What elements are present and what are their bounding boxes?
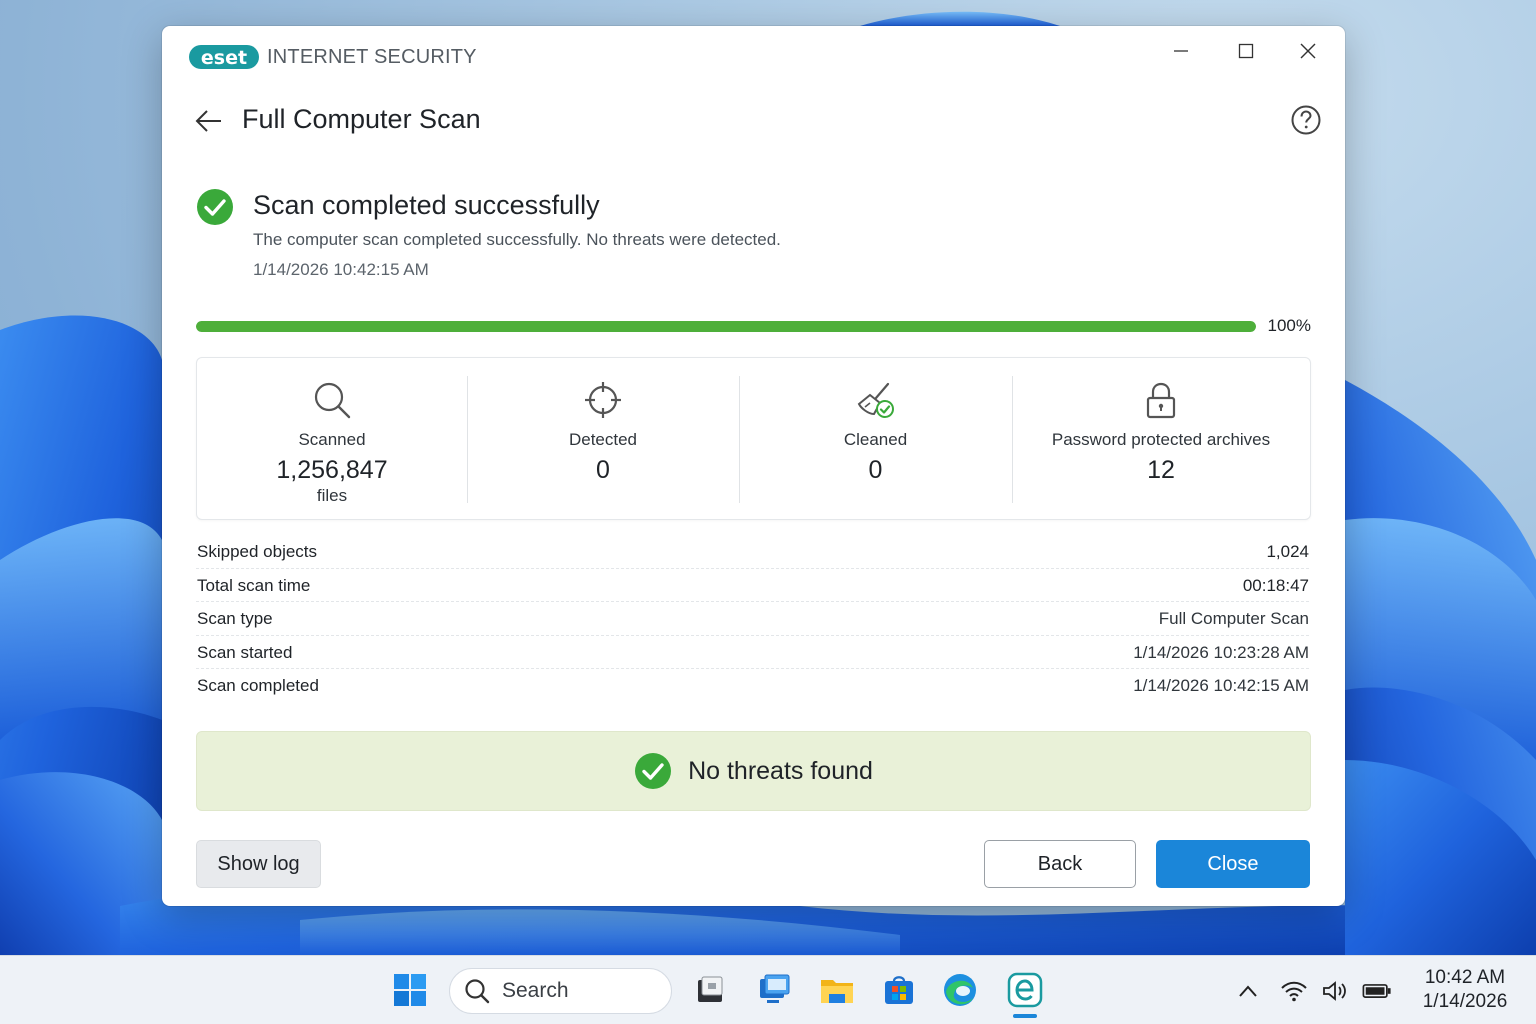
detail-value: 1/14/2026 10:23:28 AM xyxy=(1133,642,1309,662)
arrow-left-icon xyxy=(195,110,221,132)
chevron-up-icon xyxy=(1239,985,1257,997)
stat-label: Cleaned xyxy=(843,430,908,449)
stat-password-archives: Password protected archives 12 xyxy=(1012,358,1310,519)
detail-row: Total scan time 00:18:47 xyxy=(196,569,1309,602)
app-icon xyxy=(698,976,723,1002)
volume-icon xyxy=(1323,981,1346,1001)
eset-app-icon xyxy=(1007,972,1043,1008)
minimize-button[interactable] xyxy=(1159,36,1203,66)
microsoft-store-icon xyxy=(885,976,913,1004)
taskbar-clock[interactable]: 10:42 AM 1/14/2026 xyxy=(1410,966,1520,1014)
clock-time: 10:42 AM xyxy=(1424,967,1506,988)
scan-progress: 100% xyxy=(196,316,1311,343)
volume-button[interactable] xyxy=(1320,976,1350,1006)
stat-value: 0 xyxy=(596,456,610,484)
detail-row: Skipped objects 1,024 xyxy=(196,535,1309,569)
back-button[interactable]: Back xyxy=(984,840,1136,888)
maximize-icon xyxy=(1238,43,1254,59)
taskbar-search[interactable]: Search xyxy=(449,968,672,1014)
help-button[interactable] xyxy=(1290,104,1322,136)
scan-stats: Scanned 1,256,847 files Detected 0 Clean… xyxy=(196,357,1311,520)
lock-icon xyxy=(1146,382,1176,419)
scan-details: Skipped objects 1,024 Total scan time 00… xyxy=(196,535,1309,703)
taskbar-app-1[interactable] xyxy=(690,970,730,1010)
stat-detected: Detected 0 xyxy=(467,358,739,519)
maximize-button[interactable] xyxy=(1224,36,1268,66)
check-circle-icon xyxy=(635,753,672,789)
taskbar: Search 10:42 AM 1/14/2026 xyxy=(0,955,1536,1024)
minimize-icon xyxy=(1174,50,1188,52)
remote-desktop-icon xyxy=(760,974,790,1003)
progress-label: 100% xyxy=(1267,316,1311,335)
status-description: The computer scan completed successfully… xyxy=(253,230,781,249)
detail-row: Scan completed 1/14/2026 10:42:15 AM xyxy=(196,669,1309,703)
search-icon xyxy=(465,979,490,1004)
progress-track xyxy=(196,321,1256,332)
product-name: INTERNET SECURITY xyxy=(267,45,477,68)
start-icon xyxy=(394,974,426,1006)
page-header: Full Computer Scan xyxy=(192,102,1322,142)
check-circle-icon xyxy=(197,189,233,225)
close-button[interactable]: Close xyxy=(1156,840,1310,888)
clock-date: 1/14/2026 xyxy=(1422,991,1508,1012)
detail-row: Scan started 1/14/2026 10:23:28 AM xyxy=(196,636,1309,669)
scan-status: Scan completed successfully The computer… xyxy=(196,188,1096,298)
crosshair-icon xyxy=(585,382,621,418)
eset-logo: eset xyxy=(189,43,259,71)
app-brand: eset INTERNET SECURITY xyxy=(189,43,477,71)
help-icon xyxy=(1291,105,1321,135)
stat-label: Password protected archives xyxy=(1051,430,1271,449)
start-button[interactable] xyxy=(390,970,430,1010)
status-title: Scan completed successfully xyxy=(253,190,600,220)
close-icon xyxy=(1300,43,1316,59)
stat-cleaned: Cleaned 0 xyxy=(739,358,1012,519)
wifi-icon xyxy=(1281,981,1307,1002)
battery-button[interactable] xyxy=(1362,976,1392,1006)
active-app-indicator xyxy=(1013,1014,1037,1018)
stat-value: 1,256,847 xyxy=(276,456,388,484)
edge-icon xyxy=(944,974,976,1006)
file-explorer-icon xyxy=(821,980,853,1003)
detail-label: Scan completed xyxy=(197,676,319,695)
taskbar-eset[interactable] xyxy=(1005,970,1045,1010)
search-icon xyxy=(314,382,351,419)
detail-value: 1,024 xyxy=(1266,542,1309,561)
svg-text:eset: eset xyxy=(201,47,247,69)
detail-value: 1/14/2026 10:42:15 AM xyxy=(1133,676,1309,695)
stat-value: 0 xyxy=(868,456,883,484)
taskbar-app-remote[interactable] xyxy=(754,970,794,1010)
title-bar: eset INTERNET SECURITY xyxy=(162,26,1345,88)
stat-value: 12 xyxy=(1147,456,1175,484)
taskbar-file-explorer[interactable] xyxy=(817,970,857,1010)
detail-label: Skipped objects xyxy=(197,542,318,561)
result-banner: No threats found xyxy=(196,731,1311,811)
app-window: eset INTERNET SECURITY Full Computer Sca… xyxy=(162,26,1345,906)
detail-row: Scan type Full Computer Scan xyxy=(196,602,1309,636)
page-title: Full Computer Scan xyxy=(242,104,481,134)
network-button[interactable] xyxy=(1279,976,1309,1006)
stat-label: Scanned xyxy=(298,430,366,449)
battery-icon xyxy=(1362,984,1391,998)
status-timestamp: 1/14/2026 10:42:15 AM xyxy=(253,260,429,279)
stat-scanned: Scanned 1,256,847 files xyxy=(197,358,467,519)
back-arrow-button[interactable] xyxy=(192,106,226,136)
stat-label: Detected xyxy=(568,430,638,449)
search-label: Search xyxy=(502,979,569,1002)
detail-label: Total scan time xyxy=(197,575,311,595)
detail-label: Scan started xyxy=(197,642,293,662)
close-window-button[interactable] xyxy=(1286,36,1330,66)
detail-label: Scan type xyxy=(197,609,273,628)
show-log-button[interactable]: Show log xyxy=(196,840,321,888)
tray-overflow-button[interactable] xyxy=(1233,976,1263,1006)
banner-text: No threats found xyxy=(688,756,873,785)
progress-fill xyxy=(196,321,1256,332)
detail-value: 00:18:47 xyxy=(1242,575,1309,595)
taskbar-store[interactable] xyxy=(879,970,919,1010)
broom-check-icon xyxy=(857,382,894,418)
detail-value: Full Computer Scan xyxy=(1158,609,1309,628)
stat-unit: files xyxy=(316,486,348,505)
taskbar-edge[interactable] xyxy=(940,970,980,1010)
